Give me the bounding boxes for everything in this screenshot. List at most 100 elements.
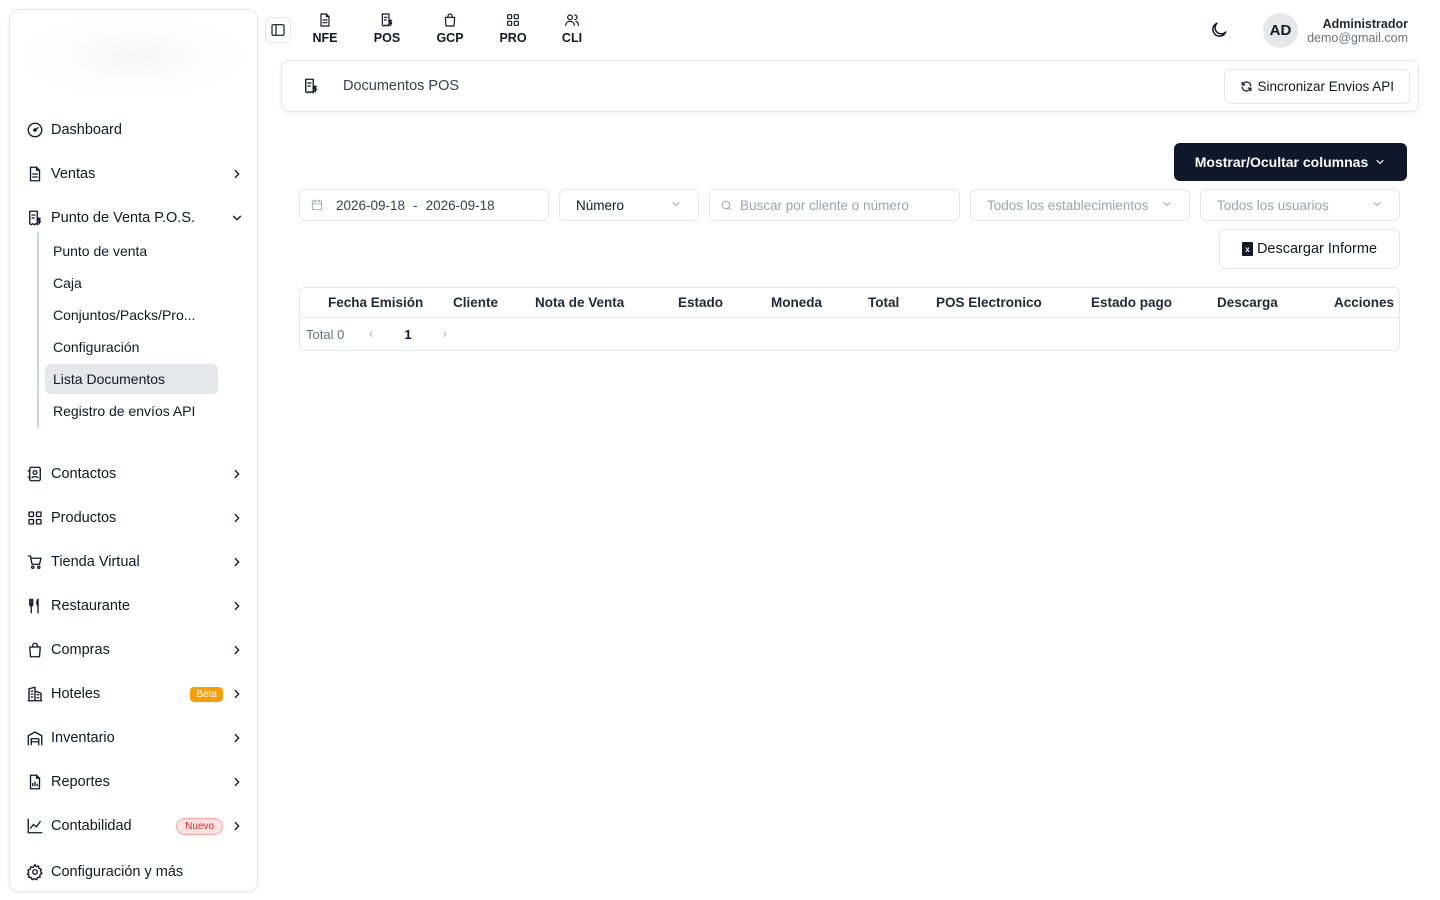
sidebar-item-configuracion[interactable]: Configuración y más [25,854,245,890]
contacts-book-icon [25,464,45,484]
sidebar-panel-icon [271,24,285,36]
chevron-left-icon [369,331,373,337]
sidebar-item-label: Inventario [51,730,115,746]
sync-api-label: Sincronizar Envios API [1257,79,1394,94]
chevron-right-icon [229,510,245,526]
top-nav-nfe[interactable]: NFE [305,12,345,45]
refresh-icon [1242,81,1252,92]
search-input[interactable]: Buscar por cliente o número [709,189,960,221]
column-header[interactable]: POS Electronico [936,295,1042,310]
sidebar-item-label: Hoteles [51,686,101,702]
excel-file-icon: x [1241,242,1253,256]
column-header[interactable]: Estado [678,295,723,310]
chevron-right-icon [229,818,245,834]
grid-icon [507,14,519,26]
document-icon [25,164,45,184]
column-header[interactable]: Estado pago [1091,295,1172,310]
sidebar-item-contabilidad[interactable]: Contabilidad Nuevo [25,808,245,844]
receipt-dollar-icon [302,76,322,96]
top-nav-gcp[interactable]: GCP [430,12,470,45]
top-nav-label: PRO [499,31,527,45]
column-header[interactable]: Fecha Emisión [328,295,423,310]
column-header[interactable]: Moneda [771,295,822,310]
sidebar-toggle-button[interactable] [265,17,291,43]
submenu-item-lista-documentos[interactable]: Lista Documentos [45,364,218,394]
utensils-icon [25,596,45,616]
sidebar-item-reportes[interactable]: Reportes [25,764,245,800]
search-placeholder: Buscar por cliente o número [740,197,909,213]
cart-icon [25,552,45,572]
user-name: Administrador [1322,17,1408,31]
toggle-columns-button[interactable]: Mostrar/Ocultar columnas [1174,143,1407,181]
column-header[interactable]: Total [868,295,899,310]
establishments-placeholder: Todos los establecimientos [987,197,1149,213]
sync-api-button[interactable]: Sincronizar Envios API [1224,69,1410,104]
date-to: 2026-09-18 [425,197,495,213]
pagination: Total 0 1 [300,318,1399,350]
submenu-item-punto-de-venta[interactable]: Punto de venta [45,236,218,266]
sidebar-item-label: Productos [51,510,117,526]
avatar[interactable]: AD [1263,13,1298,48]
top-nav-label: POS [373,31,401,45]
column-header[interactable]: Acciones [1334,295,1394,310]
top-nav-pro[interactable]: PRO [493,12,533,45]
submenu-item-registro-envios-api[interactable]: Registro de envíos API [45,396,218,426]
sidebar-item-compras[interactable]: Compras [25,632,245,668]
column-header[interactable]: Cliente [453,295,498,310]
column-header[interactable]: Descarga [1217,295,1278,310]
new-badge: Nuevo [176,817,223,835]
users-select[interactable]: Todos los usuarios [1200,189,1400,221]
user-email: demo@gmail.com [1307,31,1408,45]
sidebar-item-pos[interactable]: Punto de Venta P.O.S. [25,200,245,236]
documents-table: Fecha Emisión Cliente Nota de Venta Esta… [299,287,1400,351]
sidebar-item-label: Contactos [51,466,117,482]
top-nav-pos[interactable]: POS [367,12,407,45]
column-header[interactable]: Nota de Venta [535,295,624,310]
sidebar-item-contactos[interactable]: Contactos [25,456,245,492]
shopping-bag-icon [25,640,45,660]
users-placeholder: Todos los usuarios [1217,197,1329,213]
search-type-select[interactable]: Número [559,189,699,221]
chevron-right-icon [229,686,245,702]
next-page-button[interactable] [440,328,452,340]
sidebar-item-hoteles[interactable]: Hoteles Beta [25,676,245,712]
date-range-picker[interactable]: 2026-09-18 - 2026-09-18 [299,189,549,221]
submenu-item-caja[interactable]: Caja [45,268,218,298]
download-report-button[interactable]: x Descargar Informe [1219,229,1400,269]
sidebar-item-label: Punto de Venta P.O.S. [51,210,196,226]
dark-mode-toggle[interactable] [1207,18,1231,42]
chevron-right-icon [229,166,245,182]
report-chart-icon [25,772,45,792]
submenu-line [37,232,39,428]
page-number[interactable]: 1 [404,327,411,342]
submenu-item-configuracion[interactable]: Configuración [45,332,218,362]
chevron-right-icon [229,598,245,614]
establishments-select[interactable]: Todos los establecimientos [970,189,1190,221]
search-icon [721,200,732,210]
chevron-right-icon [229,466,245,482]
gear-icon [25,862,45,882]
sidebar-item-restaurante[interactable]: Restaurante [25,588,245,624]
sidebar-item-label: Contabilidad [51,818,132,834]
receipt-dollar-icon [381,13,393,27]
sidebar-item-dashboard[interactable]: Dashboard [25,112,245,148]
sidebar-item-tienda-virtual[interactable]: Tienda Virtual [25,544,245,580]
sidebar-item-inventario[interactable]: Inventario [25,720,245,756]
sidebar-item-productos[interactable]: Productos [25,500,245,536]
top-nav: NFE POS GCP PRO CLI [305,12,592,45]
sidebar-item-label: Tienda Virtual [51,554,140,570]
sidebar-item-label: Ventas [51,166,96,182]
submenu-item-conjuntos[interactable]: Conjuntos/Packs/Pro... [45,300,218,330]
sidebar-item-label: Reportes [51,774,110,790]
prev-page-button[interactable] [366,328,378,340]
beta-badge: Beta [190,686,223,702]
chevron-right-icon [229,774,245,790]
total-count: Total 0 [306,326,345,342]
chevron-down-icon [670,198,682,213]
top-nav-cli[interactable]: CLI [552,12,592,45]
user-info[interactable]: Administrador demo@gmail.com [1307,17,1408,45]
dashboard-gauge-icon [25,120,45,140]
shopping-bag-icon [444,13,456,27]
grid-icon [25,508,45,528]
sidebar-item-ventas[interactable]: Ventas [25,156,245,192]
